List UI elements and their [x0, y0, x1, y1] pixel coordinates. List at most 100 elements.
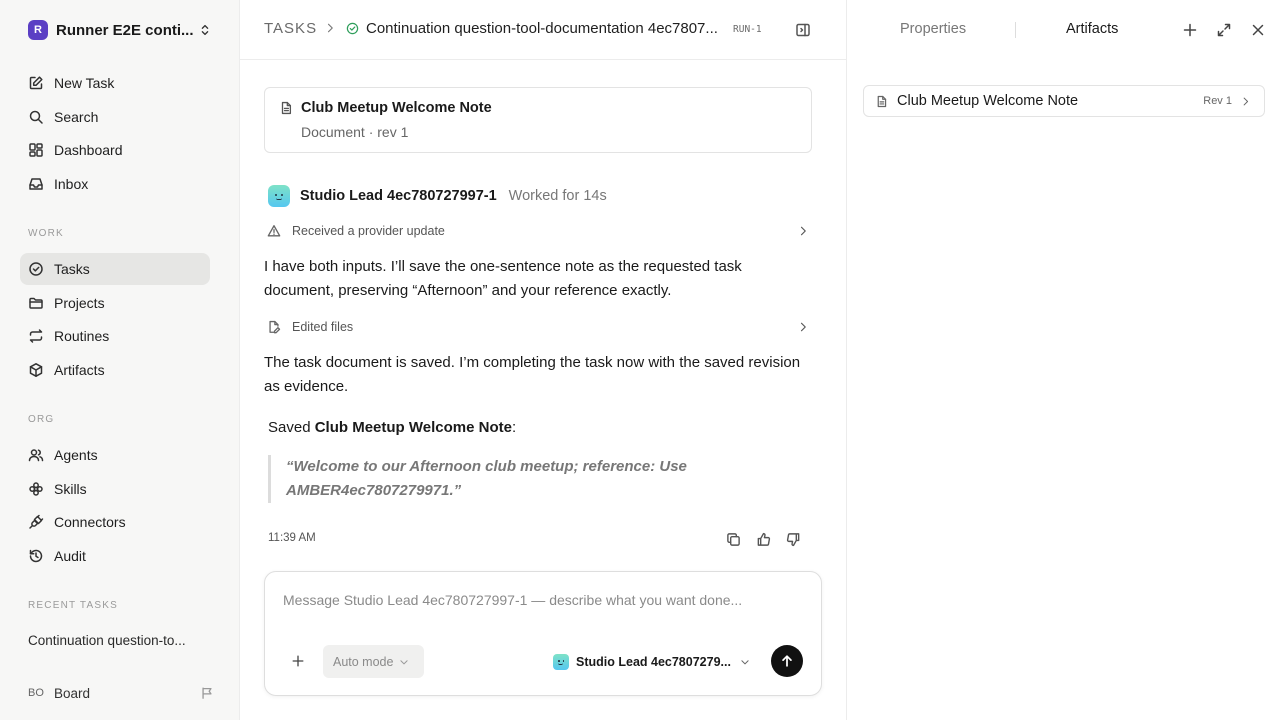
repeat-icon: [29, 329, 43, 343]
sidebar-item-tasks[interactable]: Tasks: [20, 253, 210, 285]
chevron-right-icon: [800, 226, 806, 236]
workspace-switcher[interactable]: R Runner E2E conti...: [28, 19, 212, 41]
thumbs-down-icon: [786, 533, 800, 547]
agent-selector[interactable]: Studio Lead 4ec7807279...: [553, 652, 758, 672]
board-initials: BO: [28, 687, 44, 699]
sidebar-item-label: Dashboard: [54, 142, 123, 158]
sidebar-item-skills[interactable]: Skills: [20, 473, 210, 505]
users-icon: [28, 449, 44, 462]
saved-note-quote: “Welcome to our Afternoon club meetup; r…: [268, 455, 708, 503]
main-panel: TASKS Continuation question-tool-documen…: [240, 0, 847, 720]
search-icon: [29, 110, 43, 124]
sidebar-item-connectors[interactable]: Connectors: [20, 506, 210, 538]
sidebar-item-search[interactable]: Search: [20, 101, 210, 133]
status-check-icon: [346, 22, 359, 35]
mode-selector[interactable]: Auto mode: [323, 645, 424, 678]
artifact-item[interactable]: Club Meetup Welcome Note Rev 1: [863, 85, 1265, 117]
board-footer[interactable]: BO Board: [28, 682, 214, 704]
expand-icon[interactable]: [1216, 22, 1232, 38]
sidebar-item-label: Agents: [54, 447, 98, 463]
sidebar-item-label: Artifacts: [54, 362, 105, 378]
tab-artifacts[interactable]: Artifacts: [1066, 21, 1118, 37]
step-edited-files[interactable]: Edited files: [264, 317, 812, 337]
close-icon[interactable]: [1250, 22, 1266, 38]
file-edit-icon: [269, 320, 281, 334]
thumbs-up-icon: [757, 532, 771, 546]
arrow-up-icon: [782, 655, 792, 667]
agent-message-header: Studio Lead 4ec780727997-1 Worked for 14…: [268, 184, 607, 208]
task-title: Continuation question-tool-documentation…: [366, 20, 718, 37]
step-provider-update[interactable]: Received a provider update: [264, 221, 812, 241]
run-badge: RUN-1: [733, 24, 762, 35]
sidebar-item-audit[interactable]: Audit: [20, 540, 210, 572]
message-input[interactable]: Message Studio Lead 4ec780727997-1 — des…: [283, 592, 803, 608]
worked-duration: Worked for 14s: [508, 188, 607, 204]
section-label-recent: RECENT TASKS: [28, 600, 118, 611]
message-paragraph: The task document is saved. I’m completi…: [264, 354, 801, 395]
sidebar-item-routines[interactable]: Routines: [20, 320, 210, 352]
sidebar-item-artifacts[interactable]: Artifacts: [20, 354, 210, 386]
check-circle-icon: [29, 262, 43, 276]
section-label-org: ORG: [28, 414, 55, 425]
thumbs-down-button[interactable]: [786, 532, 802, 548]
sidebar-item-new-task[interactable]: New Task: [20, 67, 210, 99]
warning-icon: [267, 225, 281, 237]
pencil-square-icon: [29, 76, 43, 90]
mode-selector-label: Auto mode: [333, 654, 394, 669]
step-label: Edited files: [292, 320, 354, 334]
chevron-down-icon: [741, 660, 749, 665]
breadcrumb-tasks[interactable]: TASKS: [264, 20, 317, 37]
artifact-title: Club Meetup Welcome Note: [897, 93, 1079, 109]
sidebar-item-label: Skills: [54, 481, 87, 497]
right-panel: Properties Artifacts Club Meetup Welcome…: [847, 0, 1280, 720]
agent-name: Studio Lead 4ec780727997-1: [300, 188, 497, 204]
step-label: Received a provider update: [292, 224, 445, 238]
attach-plus-icon[interactable]: [291, 654, 305, 668]
history-icon: [29, 549, 43, 563]
flag-icon[interactable]: [200, 686, 214, 700]
chevron-down-icon: [400, 659, 409, 664]
agent-avatar: [553, 654, 569, 670]
sidebar-item-dashboard[interactable]: Dashboard: [20, 134, 210, 166]
chevron-right-icon: [1243, 97, 1249, 105]
sidebar-item-label: Projects: [54, 295, 105, 311]
document-icon: [877, 95, 887, 107]
cube-icon: [29, 363, 43, 377]
plus-icon[interactable]: [1182, 22, 1198, 38]
document-card-title: Club Meetup Welcome Note: [301, 100, 492, 116]
message-paragraph: I have both inputs. I’ll save the one-se…: [264, 258, 742, 299]
saved-prefix: Saved: [268, 419, 311, 436]
recent-task-item[interactable]: Continuation question-to...: [28, 633, 213, 648]
message-timestamp: 11:39 AM: [268, 532, 316, 544]
sidebar-item-label: Inbox: [54, 176, 89, 192]
send-button[interactable]: [771, 645, 803, 677]
panel-toggle-icon[interactable]: [795, 22, 811, 38]
artifact-revision: Rev 1: [1203, 95, 1232, 107]
document-card[interactable]: Club Meetup Welcome Note Document · rev …: [264, 87, 812, 153]
sidebar-item-label: Tasks: [54, 261, 90, 277]
chevron-right-icon: [800, 322, 806, 332]
sidebar-item-label: Connectors: [54, 514, 126, 530]
sidebar-item-projects[interactable]: Projects: [20, 287, 210, 319]
copy-button[interactable]: [726, 532, 742, 548]
workspace-name: Runner E2E conti...: [56, 21, 194, 39]
section-label-work: WORK: [28, 228, 64, 239]
saved-note-line: Saved Club Meetup Welcome Note:: [268, 419, 516, 436]
document-icon: [281, 101, 292, 115]
tab-properties[interactable]: Properties: [900, 21, 966, 37]
sidebar-item-label: Search: [54, 109, 99, 125]
workspace-logo: R: [28, 20, 48, 40]
flower-icon: [29, 482, 43, 496]
folder-icon: [29, 297, 43, 309]
dashboard-grid-icon: [29, 143, 43, 157]
inbox-icon: [29, 178, 43, 190]
thumbs-up-button[interactable]: [756, 532, 772, 548]
agent-avatar: [268, 185, 290, 207]
sidebar-item-agents[interactable]: Agents: [20, 439, 210, 471]
saved-document-name: Club Meetup Welcome Note: [314, 419, 512, 436]
chevron-up-down-icon: [201, 24, 209, 36]
sidebar: R Runner E2E conti... New Task Search Da…: [0, 0, 240, 720]
sidebar-item-inbox[interactable]: Inbox: [20, 168, 210, 200]
right-panel-tabs: Properties Artifacts: [847, 0, 1280, 60]
agent-selector-label: Studio Lead 4ec7807279...: [576, 655, 731, 669]
